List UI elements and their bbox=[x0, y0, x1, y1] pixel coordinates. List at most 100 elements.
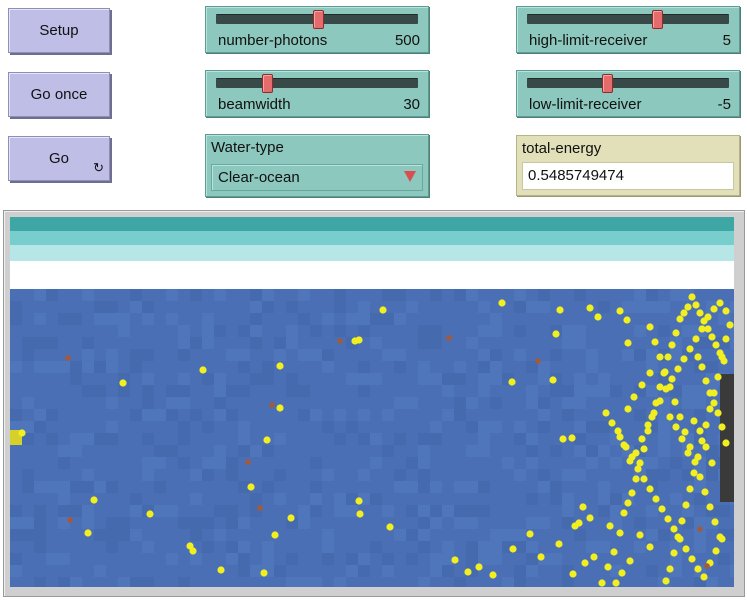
water-patch bbox=[154, 409, 166, 421]
water-patch bbox=[274, 469, 286, 481]
water-patch bbox=[130, 493, 142, 505]
water-patch bbox=[466, 445, 478, 457]
water-patch bbox=[202, 421, 214, 433]
water-patch bbox=[46, 481, 58, 493]
water-patch bbox=[382, 553, 394, 565]
photon bbox=[287, 514, 295, 522]
photon bbox=[90, 496, 98, 504]
water-patch bbox=[82, 433, 94, 445]
slider-number-photons[interactable]: number-photons 500 bbox=[205, 6, 429, 53]
water-patch bbox=[178, 421, 190, 433]
absorbed-photon bbox=[697, 526, 703, 532]
water-patch bbox=[142, 541, 154, 553]
water-patch bbox=[466, 505, 478, 517]
slider-low-limit-receiver[interactable]: low-limit-receiver -5 bbox=[516, 70, 740, 117]
water-patch bbox=[574, 337, 586, 349]
water-patch bbox=[238, 541, 250, 553]
water-patch bbox=[454, 409, 466, 421]
water-patch bbox=[202, 517, 214, 529]
water-patch bbox=[454, 289, 466, 301]
photon bbox=[716, 533, 724, 541]
water-patch bbox=[202, 469, 214, 481]
water-patch bbox=[94, 385, 106, 397]
water-patch bbox=[466, 553, 478, 565]
slider-track[interactable] bbox=[527, 14, 729, 24]
water-patch bbox=[430, 481, 442, 493]
water-patch bbox=[190, 469, 202, 481]
water-type-chooser[interactable]: Water-type Clear-ocean bbox=[205, 134, 429, 197]
water-patch bbox=[322, 469, 334, 481]
water-patch bbox=[118, 385, 130, 397]
slider-high-limit-receiver[interactable]: high-limit-receiver 5 bbox=[516, 6, 740, 53]
photon bbox=[636, 531, 644, 539]
go-button[interactable]: Go ↻ bbox=[8, 136, 110, 181]
water-patch bbox=[382, 565, 394, 577]
water-patch bbox=[622, 349, 634, 361]
water-patch bbox=[658, 433, 670, 445]
triangle-down-icon bbox=[404, 171, 416, 182]
slider-beamwidth[interactable]: beamwidth 30 bbox=[205, 70, 429, 117]
photon bbox=[656, 353, 664, 361]
water-patch bbox=[10, 529, 22, 541]
water-patch bbox=[610, 493, 622, 505]
water-patch bbox=[706, 469, 718, 481]
water-patch bbox=[46, 289, 58, 301]
water-patch bbox=[658, 421, 670, 433]
chooser-value: Clear-ocean bbox=[218, 169, 300, 186]
water-patch bbox=[70, 481, 82, 493]
water-patch bbox=[598, 385, 610, 397]
water-patch bbox=[106, 361, 118, 373]
photon bbox=[644, 421, 652, 429]
photon bbox=[616, 307, 624, 315]
water-patch bbox=[58, 577, 70, 587]
slider-thumb[interactable] bbox=[312, 10, 324, 29]
water-patch bbox=[34, 361, 46, 373]
water-patch bbox=[142, 385, 154, 397]
setup-button[interactable]: Setup bbox=[8, 8, 110, 53]
water-patch bbox=[214, 397, 226, 409]
water-patch bbox=[598, 505, 610, 517]
photon bbox=[634, 465, 642, 473]
slider-track[interactable] bbox=[216, 78, 418, 88]
water-patch bbox=[250, 373, 262, 385]
world-view[interactable] bbox=[10, 217, 734, 587]
water-patch bbox=[106, 481, 118, 493]
slider-thumb[interactable] bbox=[602, 74, 614, 93]
water-patch bbox=[586, 541, 598, 553]
water-patch bbox=[34, 313, 46, 325]
slider-thumb[interactable] bbox=[262, 74, 274, 93]
water-patch bbox=[58, 361, 70, 373]
water-patch bbox=[574, 433, 586, 445]
go-once-button[interactable]: Go once bbox=[8, 72, 110, 117]
photon bbox=[706, 389, 714, 397]
water-patch bbox=[442, 373, 454, 385]
water-patch bbox=[310, 481, 322, 493]
water-type-dropdown[interactable]: Clear-ocean bbox=[211, 164, 423, 191]
water-patch bbox=[514, 565, 526, 577]
water-patch bbox=[214, 289, 226, 301]
photon bbox=[652, 495, 660, 503]
water-patch bbox=[358, 553, 370, 565]
water-patch bbox=[106, 313, 118, 325]
water-patch bbox=[118, 325, 130, 337]
water-patch bbox=[574, 529, 586, 541]
water-patch bbox=[598, 493, 610, 505]
slider-track[interactable] bbox=[527, 78, 729, 88]
photon bbox=[714, 409, 722, 417]
absorbed-photon bbox=[257, 505, 263, 511]
slider-thumb[interactable] bbox=[652, 10, 664, 29]
photon bbox=[119, 379, 127, 387]
water-patch bbox=[430, 421, 442, 433]
photon bbox=[686, 485, 694, 493]
water-patch bbox=[130, 301, 142, 313]
photon bbox=[620, 509, 628, 517]
water-patch bbox=[538, 373, 550, 385]
water-patch bbox=[274, 493, 286, 505]
water-patch bbox=[310, 349, 322, 361]
absorbed-photon bbox=[446, 335, 452, 341]
water-patch bbox=[358, 385, 370, 397]
water-patch bbox=[274, 433, 286, 445]
water-patch bbox=[430, 325, 442, 337]
water-patch bbox=[526, 565, 538, 577]
water-patch bbox=[166, 445, 178, 457]
